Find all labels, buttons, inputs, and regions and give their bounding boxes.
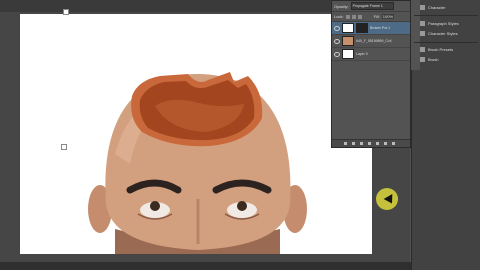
layer-row-photo[interactable]: 640_F_55159899_Cv4... xyxy=(332,35,410,48)
photo-composite xyxy=(88,72,307,254)
add-mask-icon[interactable] xyxy=(360,142,363,145)
dock-icon-strip xyxy=(411,0,420,70)
lock-label: Lock: xyxy=(334,14,344,19)
dock-divider xyxy=(414,15,478,16)
layer-thumbnail xyxy=(342,23,354,33)
dock-divider xyxy=(414,42,478,43)
fill-label: Fill: xyxy=(373,14,380,19)
layers-panel: Opacity: Propagate Frame 1 Lock: Fill: 1… xyxy=(331,0,411,148)
brush-presets-icon xyxy=(420,47,425,52)
adjustment-layer-icon[interactable] xyxy=(368,142,371,145)
character-styles-icon xyxy=(420,31,425,36)
layer-name: Broken Pot 1 xyxy=(370,26,391,30)
dock-item-label: Brush Presets xyxy=(428,47,454,52)
layer-name: 640_F_55159899_Cv4... xyxy=(356,39,392,43)
status-bar xyxy=(0,262,480,270)
lock-position-icon[interactable] xyxy=(351,14,356,19)
layers-opacity-row: Opacity: Propagate Frame 1 xyxy=(332,1,410,12)
new-group-icon[interactable] xyxy=(376,142,379,145)
transform-handle-left[interactable] xyxy=(61,144,67,150)
dock-item-brush[interactable]: Brush xyxy=(420,57,438,62)
dock-item-label: Paragraph Styles xyxy=(428,21,459,26)
fx-icon[interactable] xyxy=(352,142,355,145)
dock-item-brush-presets[interactable]: Brush Presets xyxy=(420,47,453,52)
layers-footer-toolbar xyxy=(332,139,410,147)
layer-thumbnail xyxy=(342,36,354,46)
lock-all-icon[interactable] xyxy=(357,14,362,19)
trash-icon[interactable] xyxy=(392,142,395,145)
dock-item-label: Character xyxy=(428,5,446,10)
fill-value[interactable]: 100% xyxy=(381,14,395,19)
paragraph-styles-icon xyxy=(420,21,425,26)
opacity-label: Opacity: xyxy=(334,3,349,9)
new-layer-icon[interactable] xyxy=(384,142,387,145)
link-layers-icon[interactable] xyxy=(344,142,347,145)
dock-item-paragraph-styles[interactable]: Paragraph Styles xyxy=(420,21,459,26)
dock-item-label: Brush xyxy=(428,57,439,62)
visibility-eye-icon[interactable] xyxy=(334,51,340,57)
layer-mask-thumbnail xyxy=(356,23,368,33)
document-canvas[interactable] xyxy=(20,14,372,254)
layer-thumbnail xyxy=(342,49,354,59)
brush-icon xyxy=(420,57,425,62)
layer-row-broken-pot[interactable]: Broken Pot 1 xyxy=(332,22,410,35)
visibility-eye-icon[interactable] xyxy=(334,25,340,31)
layer-row-layer0[interactable]: Layer 0 xyxy=(332,48,410,61)
layers-lock-row: Lock: Fill: 100% xyxy=(332,12,410,22)
dock-item-character-styles[interactable]: Character Styles xyxy=(420,31,458,36)
transform-handle-top[interactable] xyxy=(63,9,69,15)
visibility-eye-icon[interactable] xyxy=(334,38,340,44)
lock-pixels-icon[interactable] xyxy=(345,14,350,19)
dock-item-label: Character Styles xyxy=(428,31,458,36)
character-icon xyxy=(420,5,425,10)
panel-dock xyxy=(411,0,480,270)
propagate-checkbox[interactable]: Propagate Frame 1 xyxy=(350,2,394,10)
layer-name: Layer 0 xyxy=(356,52,368,56)
dock-item-character[interactable]: Character xyxy=(420,5,446,10)
